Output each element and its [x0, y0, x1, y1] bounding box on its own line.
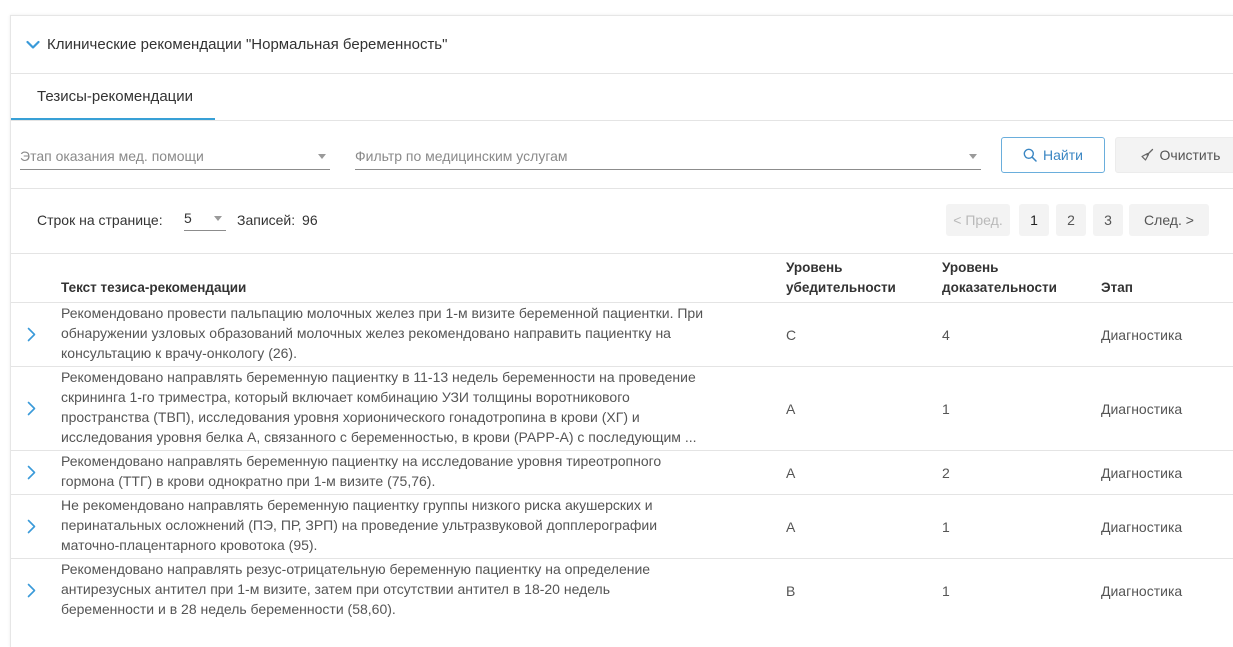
pagination-bar: Строк на странице: 5 Записей: 96 < Пред.…	[11, 189, 1233, 254]
rows-per-page-select[interactable]: 5	[184, 206, 226, 231]
table-row[interactable]: Рекомендовано направлять беременную паци…	[11, 366, 1233, 450]
table-row[interactable]: Рекомендовано направлять резус-отрицател…	[11, 558, 1233, 622]
thesis-text-line: обнаружении узловых образований молочных…	[61, 325, 671, 341]
thesis-text-line: скрининга 1-го триместра, который включа…	[61, 389, 630, 405]
thesis-text-line: Рекомендовано направлять беременную паци…	[61, 369, 696, 385]
column-header-evidence-line2: доказательности	[942, 280, 1057, 295]
thesis-text-line: маточно-плацентарного кровотока (95).	[61, 537, 318, 553]
records-count: Записей: 96	[237, 212, 318, 228]
conviction-level: A	[786, 464, 796, 481]
thesis-text-line: консультацию к врачу-онкологу (26).	[61, 345, 297, 361]
column-header-conviction-line2: убедительности	[786, 280, 896, 295]
evidence-level: 4	[942, 326, 950, 343]
conviction-level: A	[786, 400, 796, 417]
theses-table: Текст тезиса-рекомендации Уровень убедит…	[11, 254, 1233, 622]
thesis-text: Рекомендовано направлять беременную паци…	[61, 367, 771, 447]
table-row[interactable]: Не рекомендовано направлять беременную п…	[11, 494, 1233, 558]
thesis-text: Рекомендовано направлять беременную паци…	[61, 451, 771, 491]
column-header-conviction[interactable]: Уровень убедительности	[786, 258, 896, 298]
search-icon	[1023, 148, 1037, 162]
records-label: Записей:	[237, 212, 296, 228]
stage-value: Диагностика	[1101, 464, 1183, 481]
clear-button-label: Очистить	[1159, 147, 1221, 163]
chevron-right-icon[interactable]	[25, 583, 37, 599]
table-row[interactable]: Рекомендовано провести пальпацию молочны…	[11, 302, 1233, 366]
table-header: Текст тезиса-рекомендации Уровень убедит…	[11, 254, 1233, 302]
column-header-evidence[interactable]: Уровень доказательности	[942, 258, 1057, 298]
stage-value: Диагностика	[1101, 400, 1183, 417]
conviction-level: B	[786, 582, 796, 599]
thesis-text-line: перинатальных осложнений (ПЭ, ПР, ЗРП) н…	[61, 517, 658, 533]
services-filter-placeholder: Фильтр по медицинским услугам	[355, 148, 568, 164]
evidence-level: 1	[942, 518, 950, 535]
recommendations-panel: Клинические рекомендации "Нормальная бер…	[10, 15, 1233, 647]
rows-per-page-label: Строк на странице:	[37, 212, 163, 228]
thesis-text-line: Рекомендовано направлять беременную паци…	[61, 453, 662, 469]
stage-select-placeholder: Этап оказания мед. помощи	[20, 148, 204, 164]
tabs-bar: Тезисы-рекомендации	[11, 74, 1233, 121]
dropdown-caret-icon	[318, 153, 326, 159]
prev-page-button[interactable]: < Пред.	[946, 204, 1010, 236]
page-2-button[interactable]: 2	[1056, 204, 1086, 236]
thesis-text: Не рекомендовано направлять беременную п…	[61, 495, 771, 555]
stage-value: Диагностика	[1101, 582, 1183, 599]
chevron-right-icon[interactable]	[25, 465, 37, 481]
evidence-level: 1	[942, 400, 950, 417]
stage-select[interactable]: Этап оказания мед. помощи	[20, 143, 330, 170]
clear-button[interactable]: Очистить	[1115, 137, 1233, 173]
panel-header[interactable]: Клинические рекомендации "Нормальная бер…	[11, 16, 1233, 74]
conviction-level: C	[786, 326, 797, 343]
thesis-text-line: Рекомендовано направлять резус-отрицател…	[61, 561, 651, 577]
conviction-level: A	[786, 518, 796, 535]
dropdown-caret-icon	[214, 215, 222, 221]
thesis-text-line: пространства (ТВП), исследования уровня …	[61, 409, 640, 425]
evidence-level: 2	[942, 464, 950, 481]
thesis-text-line: исследования уровня белка А, связанного …	[61, 429, 697, 445]
dropdown-caret-icon	[969, 153, 977, 159]
thesis-text: Рекомендовано провести пальпацию молочны…	[61, 303, 771, 363]
column-header-evidence-line1: Уровень	[942, 260, 999, 275]
thesis-text-line: беременности и в 28 недель беременности …	[61, 601, 396, 617]
evidence-level: 1	[942, 582, 950, 599]
chevron-right-icon[interactable]	[25, 519, 37, 535]
column-header-stage[interactable]: Этап	[1101, 278, 1133, 298]
next-page-button[interactable]: След. >	[1129, 204, 1209, 236]
thesis-text: Рекомендовано направлять резус-отрицател…	[61, 559, 771, 619]
stage-value: Диагностика	[1101, 326, 1183, 343]
filters-bar: Этап оказания мед. помощи Фильтр по меди…	[11, 121, 1233, 189]
column-header-conviction-line1: Уровень	[786, 260, 843, 275]
chevron-down-icon[interactable]	[26, 38, 40, 52]
chevron-right-icon[interactable]	[25, 327, 37, 343]
rows-per-page-value: 5	[184, 210, 192, 226]
thesis-text-line: Рекомендовано провести пальпацию молочны…	[61, 305, 704, 321]
find-button-label: Найти	[1043, 147, 1083, 163]
stage-value: Диагностика	[1101, 518, 1183, 535]
thesis-text-line: гормона (ТТГ) в крови однократно при 1-м…	[61, 473, 436, 489]
records-value: 96	[302, 212, 318, 228]
column-header-text[interactable]: Текст тезиса-рекомендации	[61, 278, 246, 298]
broom-icon	[1140, 148, 1154, 162]
tab-theses[interactable]: Тезисы-рекомендации	[11, 74, 216, 120]
thesis-text-line: антирезусных антител при 1-м визите, зат…	[61, 581, 611, 597]
page-3-button[interactable]: 3	[1093, 204, 1123, 236]
page-1-button[interactable]: 1	[1019, 204, 1049, 236]
thesis-text-line: Не рекомендовано направлять беременную п…	[61, 497, 653, 513]
find-button[interactable]: Найти	[1001, 137, 1105, 173]
panel-title: Клинические рекомендации "Нормальная бер…	[47, 36, 448, 53]
table-row[interactable]: Рекомендовано направлять беременную паци…	[11, 450, 1233, 494]
chevron-right-icon[interactable]	[25, 401, 37, 417]
services-filter-select[interactable]: Фильтр по медицинским услугам	[355, 143, 981, 170]
table-body: Рекомендовано провести пальпацию молочны…	[11, 302, 1233, 622]
